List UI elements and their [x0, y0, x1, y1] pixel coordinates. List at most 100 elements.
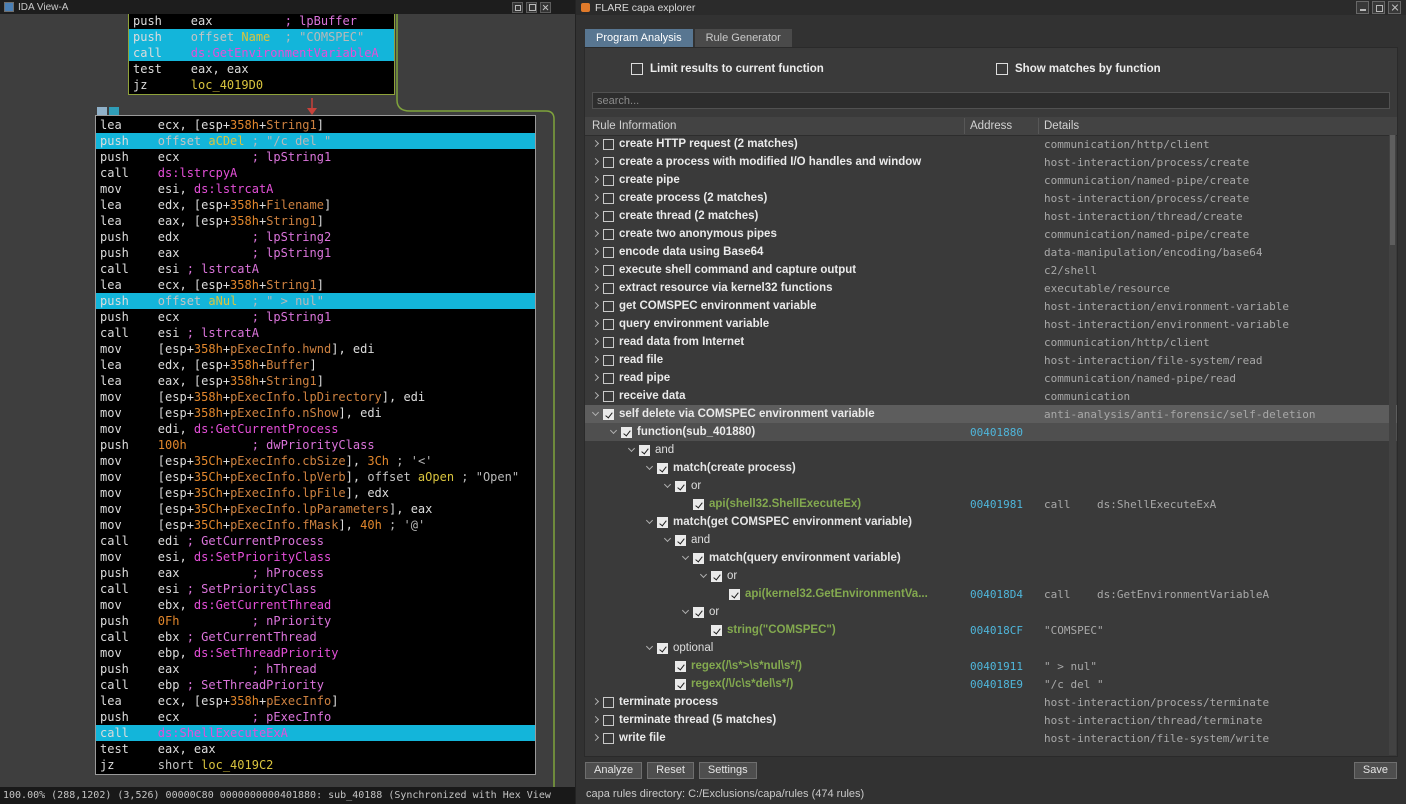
asm-line[interactable]: lea ecx, [esp+358h+pExecInfo]	[100, 693, 531, 709]
capa-tree-row[interactable]: function(sub_401880) 00401880	[585, 423, 1397, 441]
asm-line[interactable]: push edx ; lpString2	[100, 229, 531, 245]
scrollbar[interactable]	[1389, 135, 1396, 755]
capa-tree-row[interactable]: self delete via COMSPEC environment vari…	[585, 405, 1397, 423]
rule-checkbox[interactable]	[603, 282, 614, 294]
rule-checkbox[interactable]	[603, 210, 614, 222]
capa-tree-row[interactable]: string("COMSPEC") 004018CF "COMSPEC"	[585, 621, 1397, 639]
rule-checkbox[interactable]	[603, 372, 614, 384]
capa-tree-row[interactable]: receive data communication	[585, 387, 1397, 405]
asm-line[interactable]: mov esi, ds:lstrcatA	[100, 181, 531, 197]
expand-arrow-icon[interactable]	[590, 336, 602, 348]
capa-tree-row[interactable]: regex(/\/c\s*del\s*/) 004018E9 "/c del "	[585, 675, 1397, 693]
window-close-button[interactable]	[540, 1, 551, 13]
capa-tree-row[interactable]: match(query environment variable)	[585, 549, 1397, 567]
collapse-arrow-icon[interactable]	[662, 480, 674, 492]
capa-tree-row[interactable]: get COMSPEC environment variable host-int…	[585, 297, 1397, 315]
tab-rule-generator[interactable]: Rule Generator	[694, 29, 792, 47]
rule-checkbox[interactable]	[711, 624, 722, 636]
asm-line[interactable]: push ecx ; pExecInfo	[100, 709, 531, 725]
capa-tree-row[interactable]: and	[585, 531, 1397, 549]
rule-checkbox[interactable]	[603, 336, 614, 348]
capa-tree-row[interactable]: execute shell command and capture output…	[585, 261, 1397, 279]
rule-checkbox[interactable]	[729, 588, 740, 600]
collapse-arrow-icon[interactable]	[590, 408, 602, 420]
asm-line[interactable]: push offset aCDel ; "/c del "	[96, 133, 535, 149]
capa-tree-row[interactable]: read file host-interaction/file-system/re…	[585, 351, 1397, 369]
limit-results-checkbox[interactable]	[631, 63, 643, 75]
asm-line[interactable]: push ecx ; lpString1	[100, 309, 531, 325]
capa-titlebar[interactable]: FLARE capa explorer	[576, 0, 1406, 15]
asm-line[interactable]: call ebx ; GetCurrentThread	[100, 629, 531, 645]
expand-arrow-icon[interactable]	[590, 228, 602, 240]
reset-button[interactable]: Reset	[647, 761, 694, 779]
capa-tree-row[interactable]: regex(/\s*>\s*nul\s*/) 00401911 " > nul"	[585, 657, 1397, 675]
capa-tree-row[interactable]: write file host-interaction/file-system/w…	[585, 729, 1397, 747]
capa-tree-row[interactable]: read data from Internet communication/htt…	[585, 333, 1397, 351]
window-maximize-button[interactable]	[526, 1, 537, 13]
asm-line[interactable]: mov [esp+35Ch+pExecInfo.fMask], 40h ; '@…	[100, 517, 531, 533]
ida-titlebar[interactable]: IDA View-A	[0, 0, 575, 14]
rule-checkbox[interactable]	[603, 156, 614, 168]
asm-line[interactable]: mov [esp+35Ch+pExecInfo.lpFile], edx	[100, 485, 531, 501]
asm-line[interactable]: mov edi, ds:GetCurrentProcess	[100, 421, 531, 437]
asm-line[interactable]: call ds:GetEnvironmentVariableA	[129, 45, 394, 61]
expand-arrow-icon[interactable]	[590, 210, 602, 222]
capa-tree-row[interactable]: create HTTP request (2 matches) communica…	[585, 135, 1397, 153]
asm-line[interactable]: mov ebx, ds:GetCurrentThread	[100, 597, 531, 613]
asm-line[interactable]: test eax, eax	[100, 741, 531, 757]
rule-checkbox[interactable]	[603, 714, 614, 726]
collapse-arrow-icon[interactable]	[644, 462, 656, 474]
capa-tree-row[interactable]: read pipe communication/named-pipe/read	[585, 369, 1397, 387]
asm-line[interactable]: call ds:ShellExecuteExA	[96, 725, 535, 741]
basic-block-top[interactable]: push eax ; lpBuffer push offset Name ; "C…	[128, 14, 395, 95]
expand-arrow-icon[interactable]	[590, 390, 602, 402]
asm-line[interactable]: mov [esp+358h+pExecInfo.nShow], edi	[100, 405, 531, 421]
asm-line[interactable]: push offset aNul ; " > nul"	[96, 293, 535, 309]
asm-line[interactable]: lea edx, [esp+358h+Filename]	[100, 197, 531, 213]
capa-tree-row[interactable]: extract resource via kernel32 functions e…	[585, 279, 1397, 297]
asm-line[interactable]: mov ebp, ds:SetThreadPriority	[100, 645, 531, 661]
rule-checkbox[interactable]	[603, 732, 614, 744]
expand-arrow-icon[interactable]	[590, 174, 602, 186]
asm-line[interactable]: mov [esp+358h+pExecInfo.lpDirectory], ed…	[100, 389, 531, 405]
asm-line[interactable]: push eax ; lpString1	[100, 245, 531, 261]
window-restore-button[interactable]	[1372, 1, 1385, 14]
capa-tree-row[interactable]: create process (2 matches) host-interacti…	[585, 189, 1397, 207]
collapse-arrow-icon[interactable]	[644, 516, 656, 528]
column-header-details[interactable]: Details	[1044, 117, 1079, 135]
capa-tree-row[interactable]: optional	[585, 639, 1397, 657]
rule-checkbox[interactable]	[603, 192, 614, 204]
save-button[interactable]: Save	[1353, 761, 1397, 779]
show-matches-filter[interactable]: Show matches by function	[996, 62, 1161, 76]
collapse-arrow-icon[interactable]	[608, 426, 620, 438]
asm-line[interactable]: push ecx ; lpString1	[100, 149, 531, 165]
rule-checkbox[interactable]	[693, 552, 704, 564]
asm-line[interactable]: push eax ; lpBuffer	[133, 14, 390, 29]
expand-arrow-icon[interactable]	[590, 714, 602, 726]
rule-checkbox[interactable]	[693, 498, 704, 510]
capa-tree-row[interactable]: and	[585, 441, 1397, 459]
rule-checkbox[interactable]	[603, 318, 614, 330]
collapse-arrow-icon[interactable]	[680, 552, 692, 564]
expand-arrow-icon[interactable]	[590, 318, 602, 330]
asm-line[interactable]: push offset Name ; "COMSPEC"	[129, 29, 394, 45]
rule-checkbox[interactable]	[621, 426, 632, 438]
capa-tree-row[interactable]: create two anonymous pipes communication/…	[585, 225, 1397, 243]
capa-tree-row[interactable]: or	[585, 567, 1397, 585]
asm-line[interactable]: jz short loc_4019C2	[100, 757, 531, 773]
rule-checkbox[interactable]	[603, 354, 614, 366]
rule-checkbox[interactable]	[675, 660, 686, 672]
asm-line[interactable]: call esi ; lstrcatA	[100, 325, 531, 341]
capa-tree-row[interactable]: or	[585, 477, 1397, 495]
expand-arrow-icon[interactable]	[590, 354, 602, 366]
collapse-arrow-icon[interactable]	[626, 444, 638, 456]
asm-line[interactable]: call esi ; SetPriorityClass	[100, 581, 531, 597]
asm-line[interactable]: call ebp ; SetThreadPriority	[100, 677, 531, 693]
rule-checkbox[interactable]	[675, 534, 686, 546]
rule-checkbox[interactable]	[657, 642, 668, 654]
rule-checkbox[interactable]	[639, 444, 650, 456]
collapse-arrow-icon[interactable]	[698, 570, 710, 582]
expand-arrow-icon[interactable]	[590, 372, 602, 384]
column-separator[interactable]	[1038, 118, 1039, 134]
basic-block-main[interactable]: lea ecx, [esp+358h+String1] push offset a…	[95, 115, 536, 775]
